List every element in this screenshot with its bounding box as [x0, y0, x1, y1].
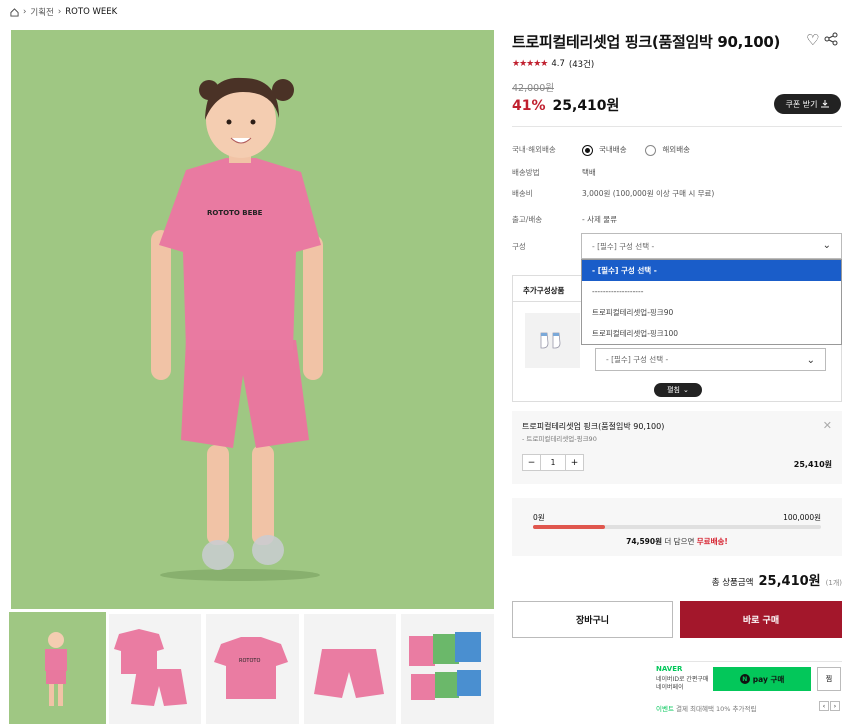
dropdown-option[interactable]: 트로피컬테리셋업-핑크100 [582, 323, 841, 344]
fee-row: 배송비 3,000원 (100,000원 이상 구매 시 무료) [512, 189, 715, 198]
chevron-down-icon: ⌄ [683, 386, 689, 394]
thumbnail[interactable] [108, 614, 202, 724]
discount-rate: 41% [512, 98, 546, 114]
breadcrumb-item[interactable]: ROTO WEEK [65, 7, 117, 17]
total-price: 총 상품금액 25,410원 (1개) [711, 574, 842, 589]
sale-price: 25,410원 [552, 98, 620, 114]
chevron-left-icon[interactable]: ‹ [819, 701, 829, 711]
thumbnail[interactable] [401, 614, 494, 724]
chevron-down-icon: ⌄ [822, 240, 831, 251]
option-dropdown: - [필수] 구성 선택 - ------------------- 트로피컬테… [581, 259, 842, 345]
npay-zzim-button[interactable]: 찜 [817, 667, 841, 691]
quantity-input[interactable]: 1 [540, 455, 566, 470]
release-row: 출고/배송 - 사제 물류 [512, 215, 618, 224]
chevron-down-icon: ⌄ [806, 355, 815, 366]
svg-text:ROTOTO: ROTOTO [239, 658, 260, 664]
rating-value: 4.7 [551, 59, 565, 69]
shipping-message: 74,590원 더 담으면 무료배송! [626, 537, 728, 546]
event-pager: ‹ › [819, 701, 840, 711]
thumbnail[interactable] [9, 612, 106, 724]
method-row: 배송방법 택배 [512, 168, 596, 177]
selected-item-name: 트로피컬테리셋업 핑크(품절임박 90,100) [522, 422, 665, 431]
free-shipping-progress: 0원 100,000원 74,590원 더 담으면 무료배송! [512, 498, 842, 556]
thumbnail-strip: ROTOTO [9, 612, 494, 724]
npay-event: 이벤트 결제 최대혜택 10% 추가적립 [656, 705, 757, 713]
selected-item: 트로피컬테리셋업 핑크(품절임박 90,100) - 트로피컬테리셋업-핑크90… [512, 411, 842, 484]
shipping-type-row: 국내·해외배송 국내배송 해외배송 [512, 144, 690, 156]
add-to-cart-button[interactable]: 장바구니 [512, 601, 673, 638]
price-row: 41% 25,410원 [512, 95, 619, 115]
review-count: (43건) [568, 60, 595, 70]
share-icon[interactable] [824, 32, 838, 51]
selected-item-option: - 트로피컬테리셋업-핑크90 [522, 435, 597, 443]
option-select[interactable]: - [필수] 구성 선택 - ⌄ [581, 233, 842, 259]
naver-pay: NAVER 네이버ID로 간편구매 네이버페이 N pay 구매 찜 [654, 661, 842, 695]
thumbnail[interactable] [303, 614, 397, 724]
selected-item-amount: 25,410원 [793, 460, 832, 469]
npay-buy-button[interactable]: N pay 구매 [713, 667, 811, 691]
heart-icon[interactable]: ♡ [806, 32, 822, 48]
domestic-radio[interactable] [582, 144, 593, 156]
close-icon[interactable]: ✕ [823, 419, 832, 432]
breadcrumb-item[interactable]: 기획전 [30, 6, 53, 18]
original-price: 42,000원 [512, 83, 554, 94]
expand-button[interactable]: 펼침 ⌄ [654, 383, 702, 397]
option-row: 구성 [512, 242, 526, 251]
minus-button[interactable]: − [523, 455, 540, 470]
progress-fill [533, 525, 605, 529]
divider [512, 126, 842, 127]
progress-bar [533, 525, 821, 529]
dropdown-option[interactable]: - [필수] 구성 선택 - [582, 260, 841, 281]
overseas-radio[interactable] [645, 144, 657, 156]
product-main-image[interactable]: ROTOTO BEBE [11, 30, 494, 609]
buy-now-button[interactable]: 바로 구매 [680, 601, 842, 638]
dropdown-option[interactable]: ------------------- [582, 281, 841, 302]
product-title: 트로피컬테리셋업 핑크(품절임박 90,100) [512, 33, 781, 51]
download-icon [821, 100, 830, 108]
naver-logo: NAVER [656, 665, 683, 673]
thumbnail[interactable]: ROTOTO [206, 614, 299, 724]
breadcrumb: › 기획전 › ROTO WEEK [10, 6, 117, 18]
coupon-button[interactable]: 쿠폰 받기 [774, 94, 841, 114]
quantity-stepper: − 1 + [522, 454, 584, 471]
extra-option-select[interactable]: - [필수] 구성 선택 - ⌄ [595, 348, 826, 371]
star-icons: ★★★★★ [512, 59, 548, 69]
npay-icon: N [739, 674, 750, 684]
chevron-right-icon[interactable]: › [830, 701, 840, 711]
socks-image[interactable] [525, 313, 580, 368]
svg-text:ROTOTO BEBE: ROTOTO BEBE [207, 209, 263, 217]
plus-button[interactable]: + [566, 455, 583, 470]
dropdown-option[interactable]: 트로피컬테리셋업-핑크90 [582, 302, 841, 323]
home-icon[interactable] [10, 7, 19, 17]
rating[interactable]: ★★★★★ 4.7 (43건) [512, 58, 594, 70]
